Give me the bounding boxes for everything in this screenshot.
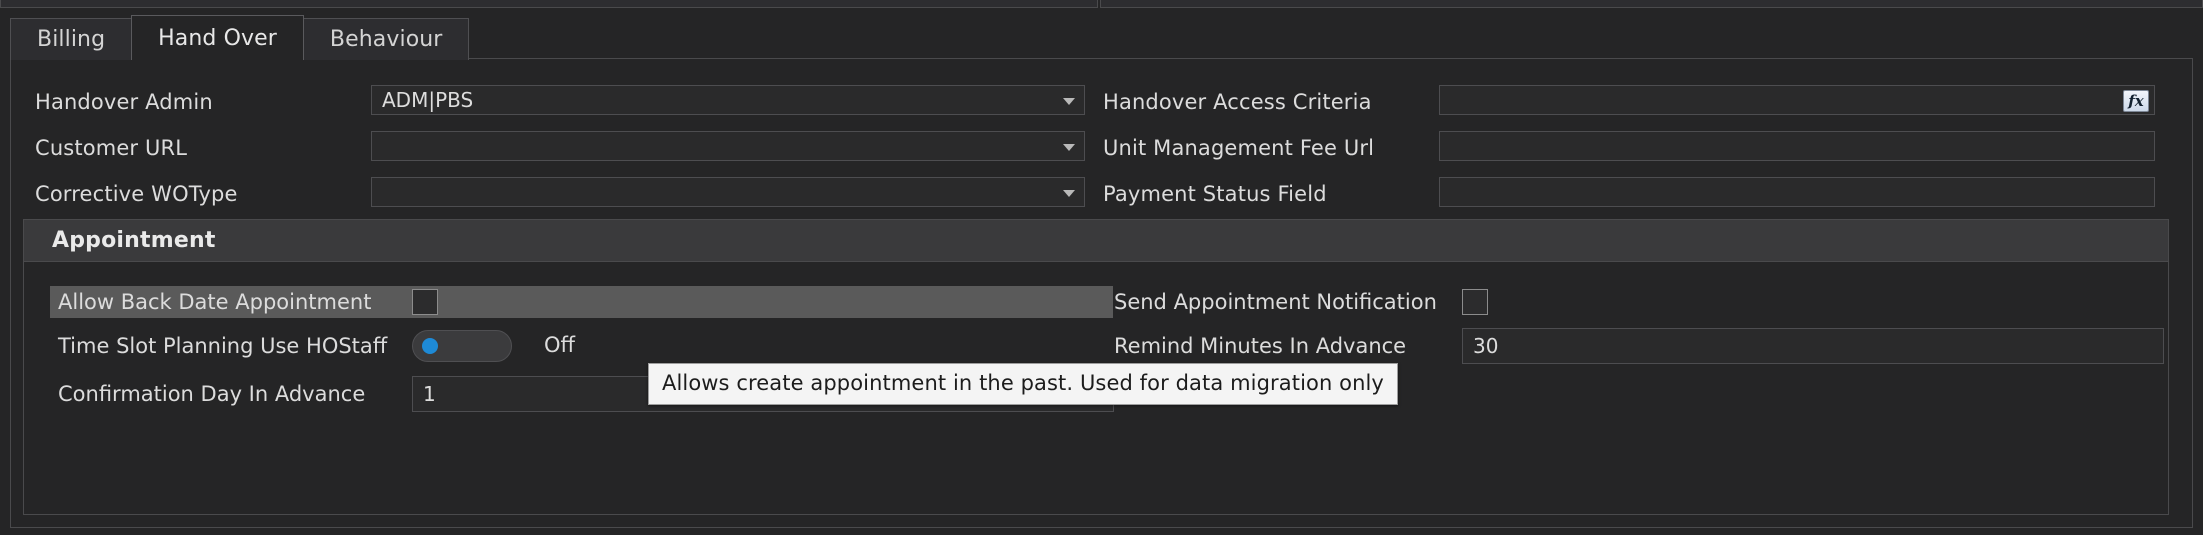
handover-access-criteria-label: Handover Access Criteria [1103, 90, 1443, 114]
chevron-down-icon [1063, 144, 1075, 151]
payment-status-field-label: Payment Status Field [1103, 182, 1443, 206]
field-row-customer-url: Customer URL [35, 133, 385, 163]
time-slot-planning-use-hostaff-toggle[interactable] [412, 330, 512, 362]
handover-admin-dropdown[interactable]: ADM|PBS [371, 85, 1085, 115]
payment-status-field-input[interactable] [1439, 177, 2155, 207]
window-right-edge [2193, 0, 2203, 535]
unit-management-fee-url-input[interactable] [1439, 131, 2155, 161]
corrective-wotype-dropdown[interactable] [371, 177, 1085, 207]
handover-admin-label: Handover Admin [35, 90, 385, 114]
handover-settings-window: Billing Hand Over Behaviour Handover Adm… [0, 0, 2203, 535]
customer-url-dropdown[interactable] [371, 131, 1085, 161]
chevron-down-icon [1063, 190, 1075, 197]
row-remind-minutes-in-advance: Remind Minutes In Advance [1114, 330, 1454, 362]
top-panel-stub-right [1100, 0, 2203, 8]
chevron-down-icon [1063, 98, 1075, 105]
tab-billing[interactable]: Billing [10, 18, 132, 60]
field-row-handover-admin: Handover Admin [35, 87, 385, 117]
field-row-unit-management-fee-url: Unit Management Fee Url [1103, 133, 1443, 163]
customer-url-label: Customer URL [35, 136, 385, 160]
hand-over-panel: Handover Admin ADM|PBS Customer URL Corr… [10, 58, 2193, 528]
unit-management-fee-url-label: Unit Management Fee Url [1103, 136, 1443, 160]
tab-hand-over-label: Hand Over [158, 26, 277, 51]
field-row-corrective-wotype: Corrective WOType [35, 179, 385, 209]
allow-back-date-appointment-checkbox[interactable] [412, 289, 438, 315]
tooltip-text: Allows create appointment in the past. U… [662, 371, 1384, 395]
fx-formula-icon[interactable]: fx [2123, 90, 2149, 112]
send-appointment-notification-checkbox[interactable] [1462, 289, 1488, 315]
confirmation-day-in-advance-value: 1 [423, 384, 436, 404]
remind-minutes-in-advance-label: Remind Minutes In Advance [1114, 334, 1454, 358]
appointment-group-title: Appointment [52, 228, 216, 253]
row-send-appointment-notification: Send Appointment Notification [1114, 286, 1454, 318]
confirmation-day-in-advance-label: Confirmation Day In Advance [58, 382, 398, 406]
remind-minutes-in-advance-input[interactable]: 30 [1462, 328, 2164, 364]
corrective-wotype-label: Corrective WOType [35, 182, 385, 206]
allow-back-date-appointment-label: Allow Back Date Appointment [58, 290, 398, 314]
tooltip-allow-back-date-appointment: Allows create appointment in the past. U… [648, 363, 1398, 405]
handover-admin-value: ADM|PBS [382, 90, 473, 110]
remind-minutes-in-advance-value: 30 [1473, 336, 1498, 356]
time-slot-planning-use-hostaff-state: Off [544, 333, 575, 357]
top-panel-stub-left [0, 0, 1098, 8]
row-time-slot-planning-use-hostaff: Time Slot Planning Use HOStaff [58, 330, 398, 362]
send-appointment-notification-label: Send Appointment Notification [1114, 290, 1454, 314]
row-confirmation-day-in-advance: Confirmation Day In Advance [58, 378, 398, 410]
row-allow-back-date-appointment: Allow Back Date Appointment [58, 286, 398, 318]
appointment-group-header: Appointment [24, 220, 2168, 262]
window-left-edge [0, 0, 10, 535]
tab-behaviour[interactable]: Behaviour [303, 18, 470, 60]
field-row-handover-access-criteria: Handover Access Criteria [1103, 87, 1443, 117]
tab-billing-label: Billing [37, 27, 105, 52]
time-slot-planning-use-hostaff-label: Time Slot Planning Use HOStaff [58, 334, 398, 358]
tab-behaviour-label: Behaviour [330, 27, 443, 52]
field-row-payment-status-field: Payment Status Field [1103, 179, 1443, 209]
tab-strip: Billing Hand Over Behaviour [10, 16, 468, 60]
toggle-knob [422, 338, 438, 354]
handover-access-criteria-input[interactable]: fx [1439, 85, 2155, 115]
tab-hand-over[interactable]: Hand Over [131, 15, 304, 60]
